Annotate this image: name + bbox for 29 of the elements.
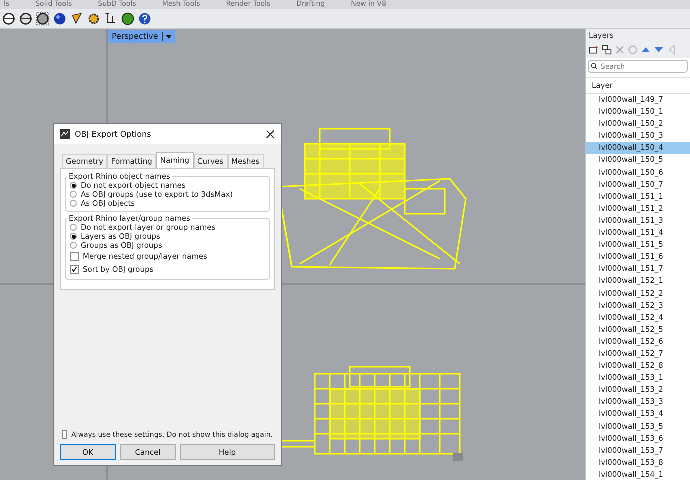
down-arrow-icon[interactable] [654, 45, 664, 55]
caret-icon[interactable] [165, 32, 174, 40]
new-layer-icon[interactable] [589, 45, 599, 55]
radio-button[interactable] [70, 191, 77, 198]
checkbox[interactable] [70, 265, 79, 274]
diagram-icon[interactable] [104, 12, 118, 26]
radio-button[interactable] [70, 224, 77, 231]
dialog-title: OBJ Export Options [75, 130, 152, 138]
search-icon [591, 63, 598, 70]
sphere-icon[interactable] [36, 12, 50, 26]
new-sublayer-icon[interactable] [602, 45, 612, 55]
radio-button[interactable] [70, 242, 77, 249]
radio-button[interactable] [70, 200, 77, 207]
radio-button[interactable] [70, 233, 77, 240]
viewport-title: Perspective [112, 32, 164, 41]
checkbox[interactable] [70, 252, 79, 261]
gear-icon[interactable] [87, 12, 101, 26]
app-icon [60, 129, 70, 139]
help-icon[interactable] [138, 12, 152, 26]
cone-icon[interactable] [70, 12, 84, 26]
close-icon[interactable] [266, 130, 275, 138]
radio-button[interactable] [70, 182, 77, 189]
sphere-icon[interactable] [2, 12, 16, 26]
up-arrow-icon[interactable] [641, 45, 651, 55]
checkbox[interactable] [62, 430, 68, 439]
sphere-icon[interactable] [53, 12, 67, 26]
sphere-icon[interactable] [19, 12, 33, 26]
grip-marker [453, 453, 463, 461]
viewport-tab[interactable]: Perspective [108, 30, 176, 43]
